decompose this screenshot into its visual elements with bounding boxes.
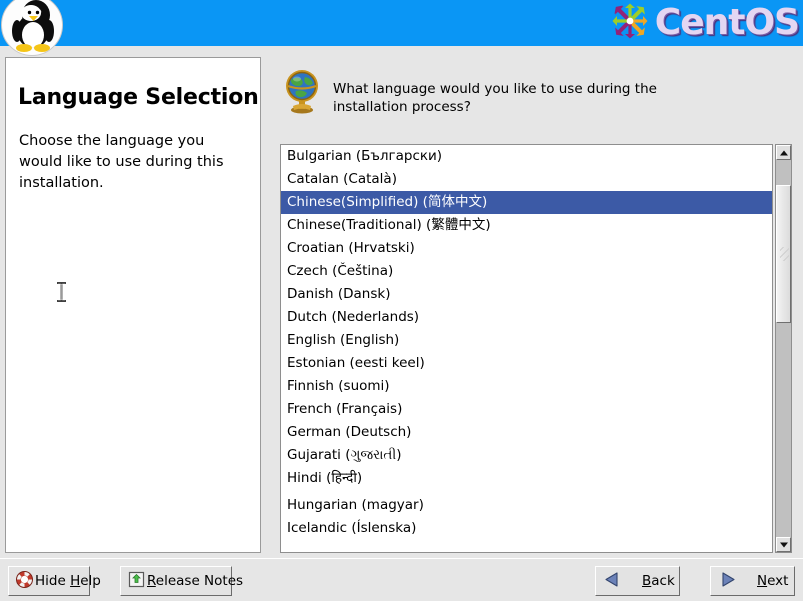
list-item[interactable]: Croatian (Hrvatski)	[281, 237, 772, 260]
release-notes-icon	[128, 571, 145, 592]
button-bar: Hide Help Release Notes Back Next	[0, 560, 803, 603]
list-item[interactable]: Icelandic (Íslenska)	[281, 517, 772, 540]
page-title: Language Selection	[18, 85, 259, 110]
list-item[interactable]: Finnish (suomi)	[281, 375, 772, 398]
scroll-down-arrow-icon[interactable]	[776, 537, 791, 552]
scroll-up-arrow-glyph	[779, 150, 788, 155]
list-item-selected[interactable]: Chinese(Simplified) (简体中文)	[281, 191, 772, 214]
list-item[interactable]: Chinese(Traditional) (繁體中文)	[281, 214, 772, 237]
list-item[interactable]: Catalan (Català)	[281, 168, 772, 191]
scroll-down-arrow-glyph	[779, 542, 788, 547]
next-button[interactable]: Next	[710, 566, 795, 596]
button-bar-divider	[0, 558, 803, 559]
help-body-text: Choose the language you would like to us…	[19, 133, 224, 191]
list-item[interactable]: Hungarian (magyar)	[281, 494, 772, 517]
list-item[interactable]: Bulgarian (Български)	[281, 145, 772, 168]
list-item[interactable]: French (Français)	[281, 398, 772, 421]
vertical-scrollbar[interactable]	[775, 144, 792, 553]
scrollbar-thumb[interactable]	[776, 185, 791, 323]
back-button[interactable]: Back	[595, 566, 680, 596]
globe-icon	[283, 68, 321, 114]
release-notes-button-label: Release Notes	[147, 573, 244, 589]
back-button-label: Back	[642, 573, 675, 589]
question-row: What language would you like to use duri…	[283, 68, 783, 116]
centos-logo: CentOS	[609, 0, 800, 46]
language-listbox[interactable]: Bulgarian (Български) Catalan (Català) C…	[280, 144, 773, 553]
scrollbar-grip-icon	[780, 247, 789, 261]
release-notes-button[interactable]: Release Notes	[120, 566, 243, 596]
arrow-left-icon	[603, 571, 622, 592]
scroll-up-arrow-icon[interactable]	[776, 145, 791, 160]
lifebuoy-help-icon	[16, 570, 33, 592]
list-item[interactable]: German (Deutsch)	[281, 421, 772, 444]
list-item[interactable]: English (English)	[281, 329, 772, 352]
list-item[interactable]: Gujarati (ગુજરાતી)	[281, 444, 772, 467]
help-panel: Language Selection Choose the language y…	[5, 57, 261, 553]
arrow-right-icon	[718, 571, 737, 592]
next-button-label: Next	[757, 573, 789, 589]
language-list-area: Bulgarian (Български) Catalan (Català) C…	[280, 144, 792, 553]
list-item[interactable]: Czech (Čeština)	[281, 260, 772, 283]
hide-help-button[interactable]: Hide Help	[8, 566, 101, 596]
list-item[interactable]: Danish (Dansk)	[281, 283, 772, 306]
centos-pinwheel-icon	[609, 0, 651, 46]
question-text: What language would you like to use duri…	[333, 81, 657, 115]
list-item[interactable]: Dutch (Nederlands)	[281, 306, 772, 329]
list-item[interactable]: Estonian (eesti keel)	[281, 352, 772, 375]
list-item[interactable]: Hindi (हिन्दी)	[281, 467, 772, 490]
hide-help-button-label: Hide Help	[35, 573, 101, 589]
centos-wordmark: CentOS	[654, 2, 800, 43]
tux-penguin-icon	[1, 0, 63, 56]
app-header: CentOS	[0, 0, 803, 56]
text-ibeam-cursor	[56, 282, 67, 302]
